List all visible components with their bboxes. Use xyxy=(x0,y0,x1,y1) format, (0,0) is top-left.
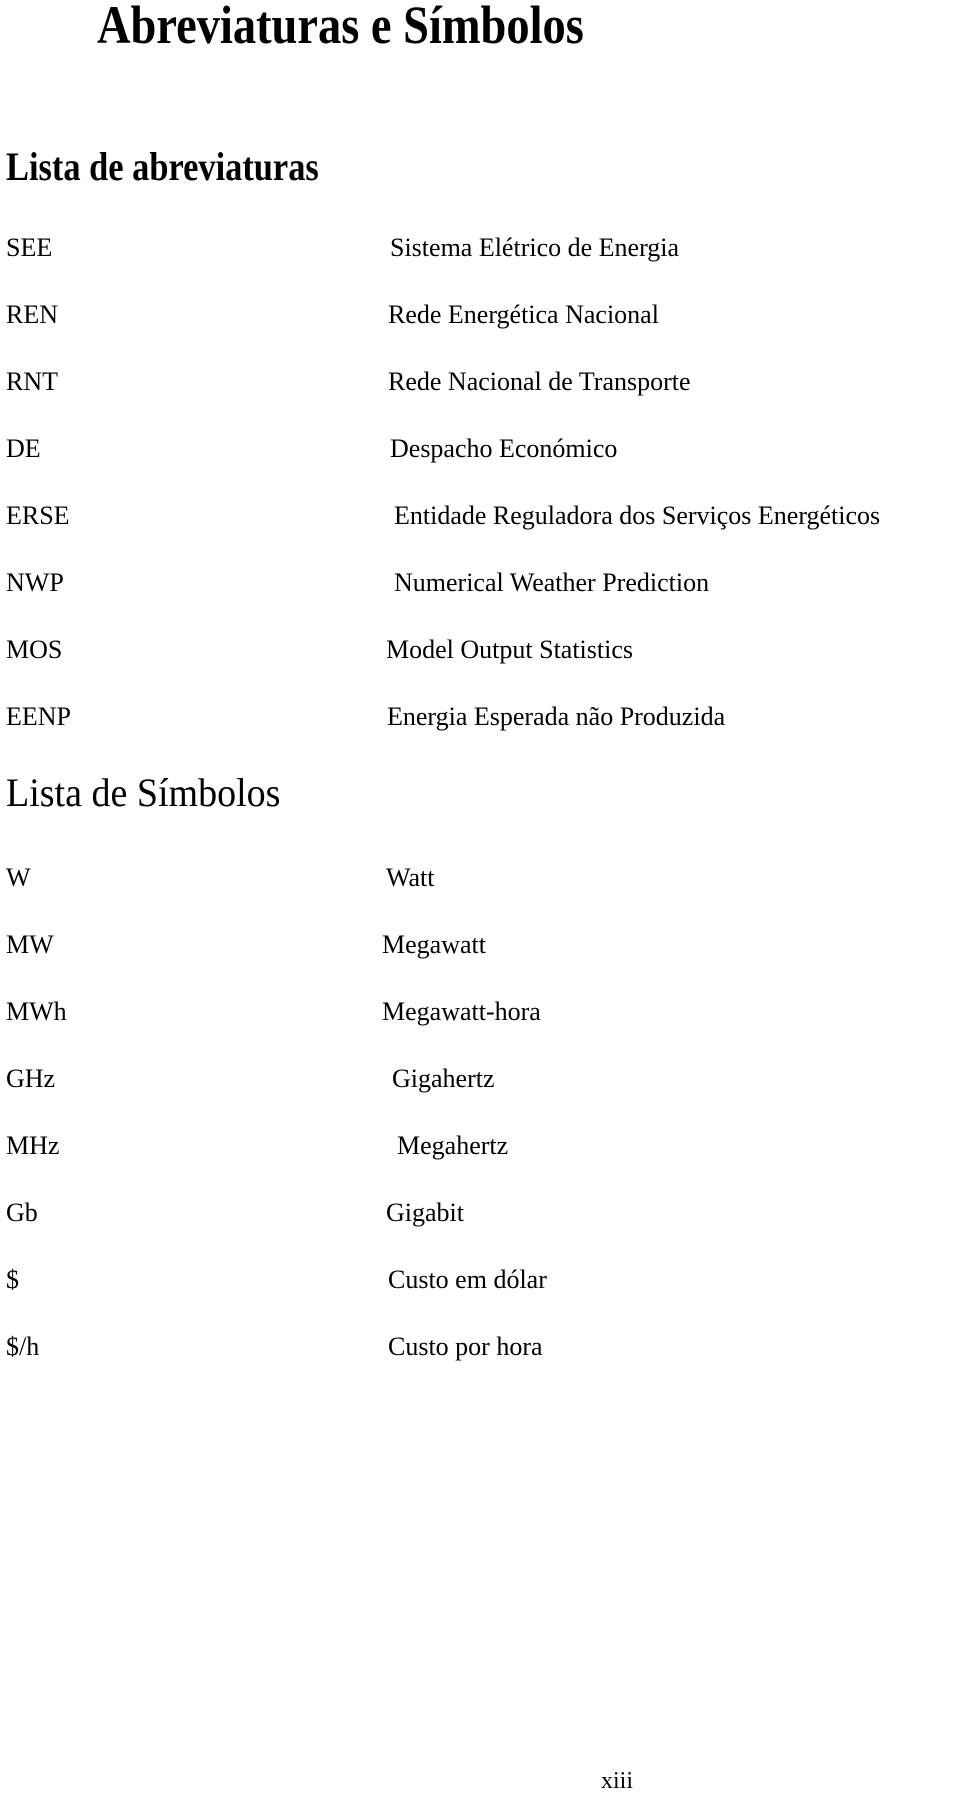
list-item: SEE Sistema Elétrico de Energia xyxy=(0,233,960,267)
description: Megawatt xyxy=(382,930,486,959)
symbol: $/h xyxy=(6,1332,40,1361)
abbreviations-heading: Lista de abreviaturas xyxy=(6,144,319,189)
description: Gigabit xyxy=(386,1198,464,1227)
symbol: GHz xyxy=(6,1064,56,1093)
abbreviation: ERSE xyxy=(6,501,70,530)
description: Numerical Weather Prediction xyxy=(394,568,710,597)
list-item: GHz Gigahertz xyxy=(0,1064,960,1098)
list-item: ERSE Entidade Reguladora dos Serviços En… xyxy=(0,501,960,535)
description: Rede Energética Nacional xyxy=(388,300,659,329)
description: Entidade Reguladora dos Serviços Energét… xyxy=(394,501,881,530)
symbol: Gb xyxy=(6,1198,38,1227)
abbreviation: RNT xyxy=(6,367,58,396)
symbol: MWh xyxy=(6,997,67,1026)
list-item: RNT Rede Nacional de Transporte xyxy=(0,367,960,401)
abbreviation: EENP xyxy=(6,702,71,731)
description: Energia Esperada não Produzida xyxy=(387,702,726,731)
list-item: MW Megawatt xyxy=(0,930,960,964)
list-item: $/h Custo por hora xyxy=(0,1332,960,1366)
abbreviation: DE xyxy=(6,434,41,463)
symbol: $ xyxy=(6,1265,19,1294)
description: Watt xyxy=(386,863,435,892)
page-title: Abreviaturas e Símbolos xyxy=(97,0,584,55)
list-item: MHz Megahertz xyxy=(0,1131,960,1165)
symbol: W xyxy=(6,863,31,892)
list-item: MOS Model Output Statistics xyxy=(0,635,960,669)
symbol: MHz xyxy=(6,1131,60,1160)
abbreviation: REN xyxy=(6,300,58,329)
abbreviation: SEE xyxy=(6,233,53,262)
description: Megahertz xyxy=(397,1131,509,1160)
list-item: Gb Gigabit xyxy=(0,1198,960,1232)
description: Custo por hora xyxy=(388,1332,543,1361)
description: Gigahertz xyxy=(392,1064,495,1093)
description: Rede Nacional de Transporte xyxy=(388,367,691,396)
symbols-heading: Lista de Símbolos xyxy=(6,770,281,815)
list-item: DE Despacho Económico xyxy=(0,434,960,468)
description: Megawatt-hora xyxy=(382,997,541,1026)
abbreviation: NWP xyxy=(6,568,64,597)
list-item: EENP Energia Esperada não Produzida xyxy=(0,702,960,736)
list-item: MWh Megawatt-hora xyxy=(0,997,960,1031)
list-item: $ Custo em dólar xyxy=(0,1265,960,1299)
abbreviation: MOS xyxy=(6,635,63,664)
page-number: xiii xyxy=(601,1768,634,1794)
description: Custo em dólar xyxy=(388,1265,547,1294)
symbol: MW xyxy=(6,930,54,959)
list-item: W Watt xyxy=(0,863,960,897)
list-item: NWP Numerical Weather Prediction xyxy=(0,568,960,602)
description: Model Output Statistics xyxy=(386,635,633,664)
list-item: REN Rede Energética Nacional xyxy=(0,300,960,334)
description: Despacho Económico xyxy=(390,434,618,463)
description: Sistema Elétrico de Energia xyxy=(390,233,680,262)
